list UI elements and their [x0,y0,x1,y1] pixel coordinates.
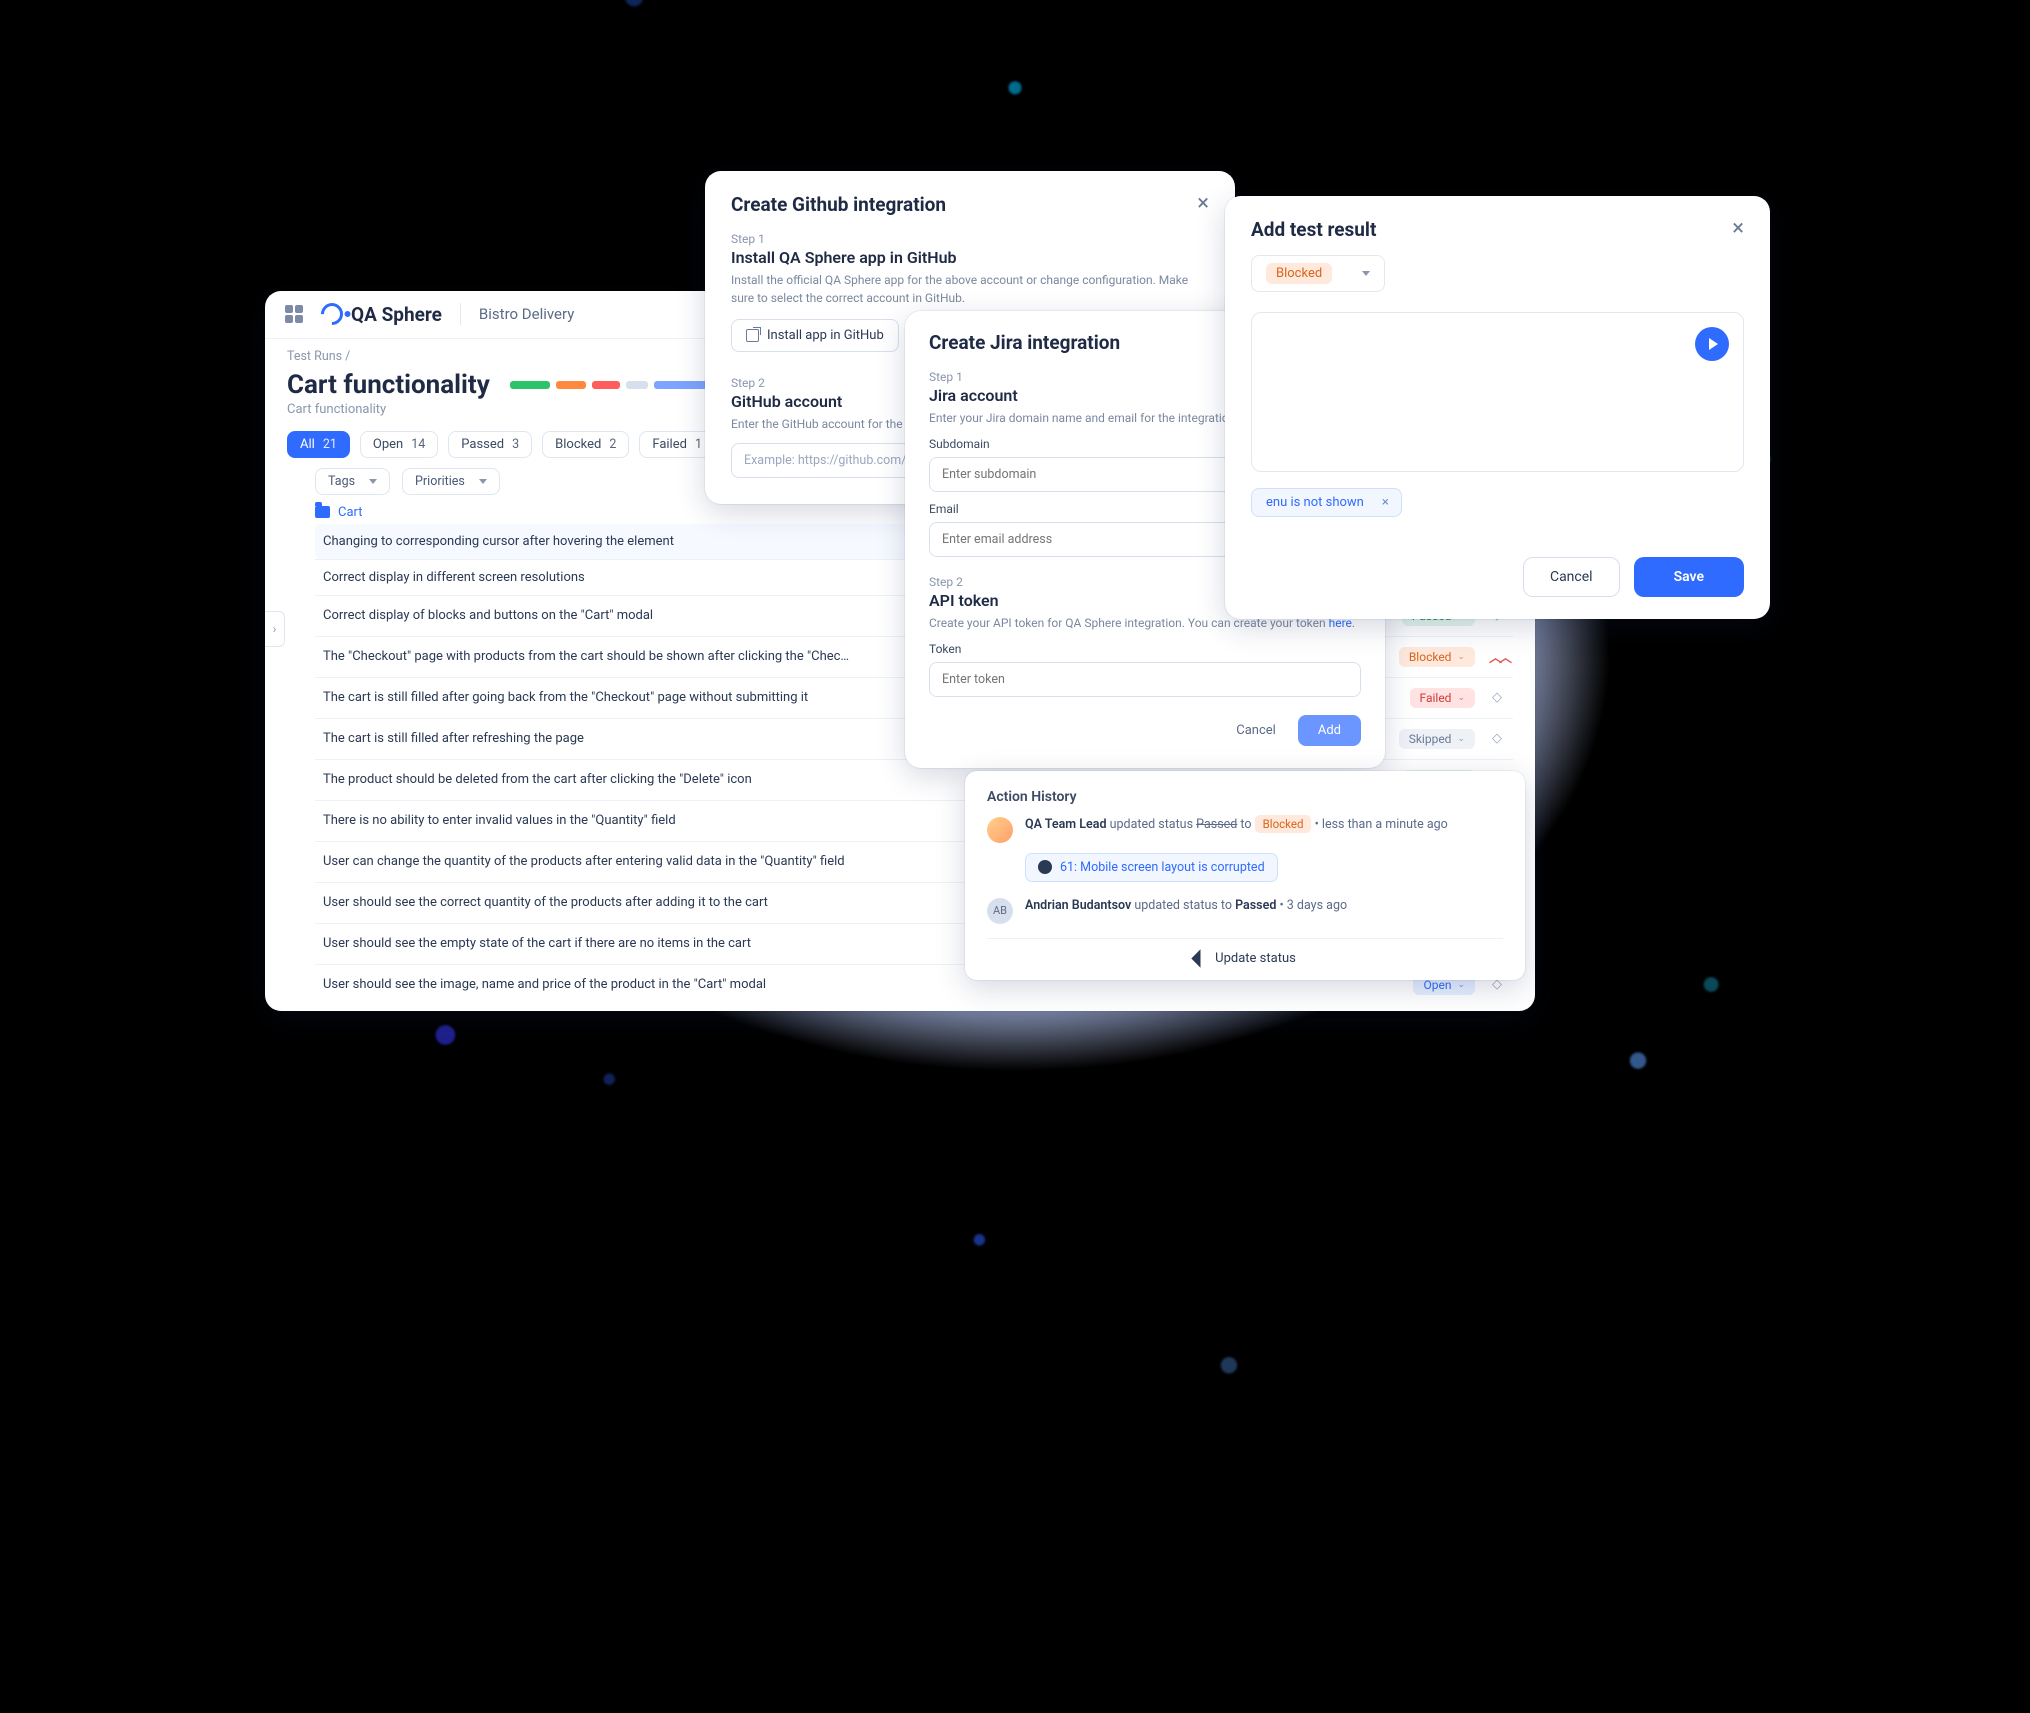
jira-modal-title: Create Jira integration [929,331,1120,354]
linked-issue-pill[interactable]: enu is not shown × [1251,488,1402,517]
filter-chip[interactable]: All21 [287,431,350,458]
add-result-modal: Add test result × Blocked enu is not sho… [1225,196,1770,619]
filter-chip[interactable]: Open14 [360,431,438,458]
avatar [987,817,1013,843]
chevron-down-icon [1362,271,1370,276]
priority-icon: ︿︿ [1489,647,1505,666]
status-pill[interactable]: Blocked ⌄ [1399,647,1475,667]
github-icon [1038,860,1052,874]
step-desc: Install the official QA Sphere app for t… [731,271,1209,307]
chevron-down-icon [369,479,377,484]
status-badge: Blocked [1266,263,1332,284]
step-label: Step 1 [731,232,1209,246]
status-pill[interactable]: Skipped ⌄ [1399,729,1475,749]
jira-add-button[interactable]: Add [1298,715,1361,746]
install-github-button[interactable]: Install app in GitHub [731,319,899,352]
brand-name: QA Sphere [351,303,442,326]
folder-label: Cart [338,505,363,520]
apps-icon[interactable] [285,305,303,323]
token-input[interactable] [929,662,1361,697]
pencil-icon [1191,949,1209,967]
divider [460,303,461,325]
priority-icon: ◇ [1489,690,1505,705]
record-button[interactable] [1695,327,1729,361]
progress-segment [626,381,648,389]
history-entry: QA Team Lead updated status Passed to Bl… [987,817,1503,843]
action-history-panel: Action History QA Team Lead updated stat… [965,771,1525,980]
page-title: Cart functionality [287,370,490,400]
filter-chip[interactable]: Failed1 [639,431,715,458]
close-icon[interactable]: × [1732,218,1744,240]
progress-segment [510,381,550,389]
status-pill[interactable]: Failed ⌄ [1410,688,1475,708]
folder-icon [315,506,330,518]
progress-summary [510,381,726,389]
add-result-title: Add test result [1251,218,1376,241]
brand-logo[interactable]: QA Sphere [321,303,442,326]
remove-icon[interactable]: × [1382,495,1389,510]
comment-box[interactable] [1251,312,1744,472]
project-name[interactable]: Bistro Delivery [479,305,574,323]
save-button[interactable]: Save [1634,557,1744,597]
step-title: Install QA Sphere app in GitHub [731,248,1209,267]
status-select[interactable]: Blocked [1251,255,1385,292]
cancel-button[interactable]: Cancel [1523,557,1620,597]
close-icon[interactable]: × [1197,193,1209,215]
github-modal-title: Create Github integration [731,193,946,216]
expand-sidebar-handle[interactable]: › [265,611,285,647]
history-entry: AB Andrian Budantsov updated status to P… [987,898,1503,924]
external-link-icon [746,329,759,342]
issue-link[interactable]: 61: Mobile screen layout is corrupted [1025,853,1278,882]
priority-icon: ◇ [1489,731,1505,746]
action-history-title: Action History [987,789,1503,805]
priorities-dropdown[interactable]: Priorities [402,468,500,495]
jira-cancel-button[interactable]: Cancel [1226,715,1286,746]
logo-mark-icon [316,298,347,329]
progress-segment [592,381,620,389]
filter-chip[interactable]: Passed3 [448,431,532,458]
filter-chip[interactable]: Blocked2 [542,431,629,458]
tags-dropdown[interactable]: Tags [315,468,390,495]
progress-segment [556,381,586,389]
field-label: Token [929,642,1361,656]
update-status-button[interactable]: Update status [987,938,1503,966]
avatar: AB [987,898,1013,924]
chevron-down-icon [479,479,487,484]
